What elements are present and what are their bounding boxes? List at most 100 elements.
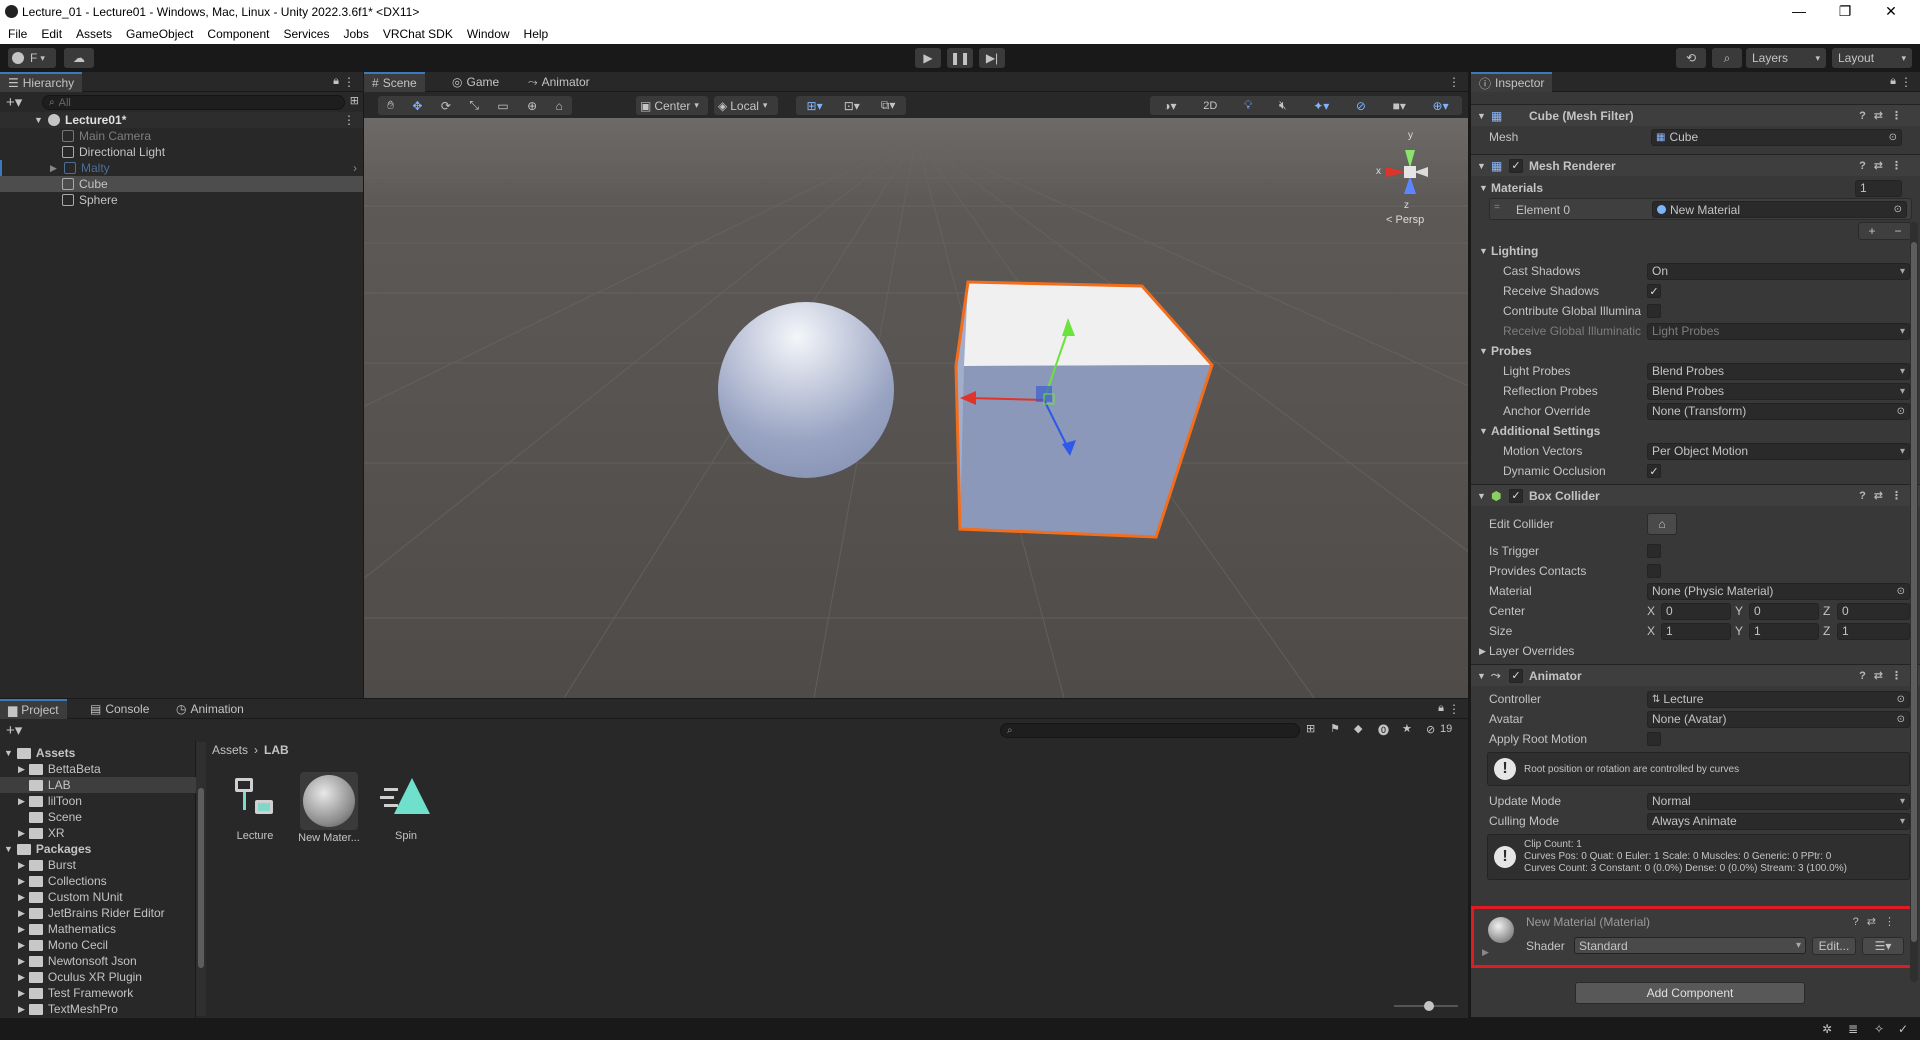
asset-lecture[interactable]: Lecture [223,772,287,842]
materials-count-field[interactable]: 1 [1855,179,1902,197]
search-by-label-icon[interactable]: ⚑ [1330,722,1340,735]
mode-2d-button[interactable]: 2D [1203,100,1217,112]
add-component-button[interactable]: Add Component [1575,982,1805,1004]
add-icon[interactable]: +▾ [6,93,22,111]
element-0-field[interactable]: New Material ⊙ [1652,201,1907,218]
tree-folder-xr[interactable]: ▶ XR [0,825,196,841]
transform-tool-icon[interactable]: ⊕ [527,99,537,113]
kebab-menu-icon[interactable]: ⋮ [1448,75,1460,89]
is-trigger-checkbox[interactable] [1647,544,1661,558]
pause-button[interactable]: ❚❚ [947,48,973,68]
component-header-icons[interactable]: ?⇄⋮ [1859,489,1910,502]
menu-help[interactable]: Help [524,27,549,41]
menu-component[interactable]: Component [207,27,269,41]
tree-folder-scene[interactable]: ▶Scene [0,809,196,825]
search-button[interactable]: ⌕ [1712,48,1742,68]
breadcrumb-lab[interactable]: LAB [264,743,289,757]
move-tool-icon[interactable]: ✥ [412,99,422,113]
expand-arrow-icon[interactable]: ▶ [1482,947,1489,958]
center-x-field[interactable]: 0 [1661,602,1731,620]
shader-dropdown[interactable]: Standard [1574,937,1806,954]
rect-tool-icon[interactable]: ▭ [497,99,508,113]
lighting-toggle-icon[interactable]: 💡︎ [1244,98,1252,113]
slider-thumb[interactable] [1424,1001,1434,1011]
scale-tool-icon[interactable]: ⤡ [469,98,479,113]
shader-options-button[interactable]: ☰▾ [1862,937,1904,955]
menu-edit[interactable]: Edit [41,27,62,41]
controller-field[interactable]: ⇅ Lecture ⊙ [1647,690,1910,708]
hierarchy-item-main-camera[interactable]: Main Camera [0,128,363,144]
hidden-objects-icon[interactable]: ⊘ [1356,99,1366,113]
dynamic-occlusion-checkbox[interactable]: ✓ [1647,464,1661,478]
hierarchy-item-cube[interactable]: Cube [0,176,363,192]
menu-file[interactable]: File [8,27,27,41]
update-mode-dropdown[interactable]: Normal [1647,792,1910,810]
mesh-filter-header[interactable]: ▼ ▦ Cube (Mesh Filter) ?⇄⋮ [1471,104,1920,126]
camera-icon[interactable]: ■▾ [1393,99,1406,113]
pivot-dropdown[interactable]: ▣ Center ▾ [636,96,708,115]
contribute-gi-checkbox[interactable] [1647,304,1661,318]
tab-animator[interactable]: ⤳ Animator [520,72,598,92]
custom-tool-icon[interactable]: ⌂ [556,99,563,113]
tab-project[interactable]: ▆ Project [0,699,67,719]
account-button[interactable]: F ▾ [8,48,56,68]
tree-package-mathematics[interactable]: ▶ Mathematics [0,921,196,937]
object-picker-icon[interactable]: ⊙ [1897,694,1905,705]
scene-viewport[interactable]: y x z < Persp [364,118,1468,698]
rotate-tool-icon[interactable]: ⟳ [441,99,451,113]
add-icon[interactable]: +▾ [6,721,22,739]
center-z-field[interactable]: 0 [1837,602,1910,620]
object-picker-icon[interactable]: ⊙ [1897,714,1905,725]
project-tree-scrollbar[interactable] [196,742,206,1016]
search-by-type-icon[interactable]: ⊞ [1306,722,1315,735]
chevron-right-icon[interactable]: › [353,161,357,175]
mesh-renderer-enabled-checkbox[interactable]: ✓ [1509,158,1523,173]
history-button[interactable]: ⟲ [1676,48,1706,68]
tab-inspector[interactable]: ⓘ Inspector [1471,72,1553,92]
collider-material-field[interactable]: None (Physic Material) ⊙ [1647,582,1910,600]
anchor-override-field[interactable]: None (Transform) ⊙ [1647,402,1910,420]
tab-animation[interactable]: ◷ Animation [168,699,252,719]
increment-snap-icon[interactable]: ⊡▾ [844,99,860,113]
grid-snap-icon[interactable]: ⊞▾ [807,99,823,113]
layer-overrides-section[interactable]: ▶ Layer Overrides [1471,642,1920,660]
align-icon[interactable]: ⧉▾ [881,98,896,113]
tab-game[interactable]: ◎ Game [444,72,507,92]
icon-size-slider[interactable] [1394,1001,1458,1011]
star-icon[interactable]: ★ [1402,722,1412,735]
tree-package-burst[interactable]: ▶ Burst [0,857,196,873]
audio-toggle-icon[interactable]: 🔇︎ [1279,98,1287,113]
shader-edit-button[interactable]: Edit... [1812,937,1856,955]
stack-icon[interactable]: ≣ [1848,1022,1858,1036]
object-picker-icon[interactable]: ⊙ [1897,406,1905,417]
tree-package-textmeshpro[interactable]: ▶ TextMeshPro [0,1001,196,1017]
kebab-menu-icon[interactable]: ⋮ [1448,702,1460,716]
info-circle-icon[interactable]: ⓿ [1378,722,1389,738]
tree-folder-bettabeta[interactable]: ▶ BettaBeta [0,761,196,777]
object-picker-icon[interactable]: ⊙ [1897,586,1905,597]
object-picker-icon[interactable]: ⊙ [1894,204,1902,215]
breadcrumb-assets[interactable]: Assets [212,743,248,757]
edit-collider-button[interactable]: ⌂ [1647,513,1677,535]
motion-vectors-dropdown[interactable]: Per Object Motion [1647,442,1910,460]
menu-vrchat-sdk[interactable]: VRChat SDK [383,27,453,41]
kebab-menu-icon[interactable]: ⋮ [1900,75,1912,89]
sphere-object[interactable] [718,302,894,478]
project-tree-scrollbar-thumb[interactable] [198,788,204,968]
hierarchy-item-directional-light[interactable]: Directional Light [0,144,363,160]
menu-window[interactable]: Window [467,27,510,41]
space-dropdown[interactable]: ◈ Local ▾ [714,96,778,115]
component-header-icons[interactable]: ?⇄⋮ [1859,109,1910,122]
check-circle-icon[interactable]: ✓ [1898,1022,1908,1036]
remove-material-button[interactable]: − [1894,224,1901,238]
lighting-section[interactable]: ▼ Lighting [1471,242,1920,260]
menu-gameobject[interactable]: GameObject [126,27,193,41]
close-button[interactable]: ✕ [1868,0,1914,24]
persp-label[interactable]: < Persp [1386,214,1424,226]
lighting-status-icon[interactable]: ✧ [1874,1022,1884,1036]
hierarchy-item-sphere[interactable]: Sphere [0,192,363,208]
tree-folder-lab[interactable]: ▶LAB [0,777,196,793]
add-material-button[interactable]: + [1868,224,1875,238]
reflection-probes-dropdown[interactable]: Blend Probes [1647,382,1910,400]
tree-package-test-framework[interactable]: ▶ Test Framework [0,985,196,1001]
